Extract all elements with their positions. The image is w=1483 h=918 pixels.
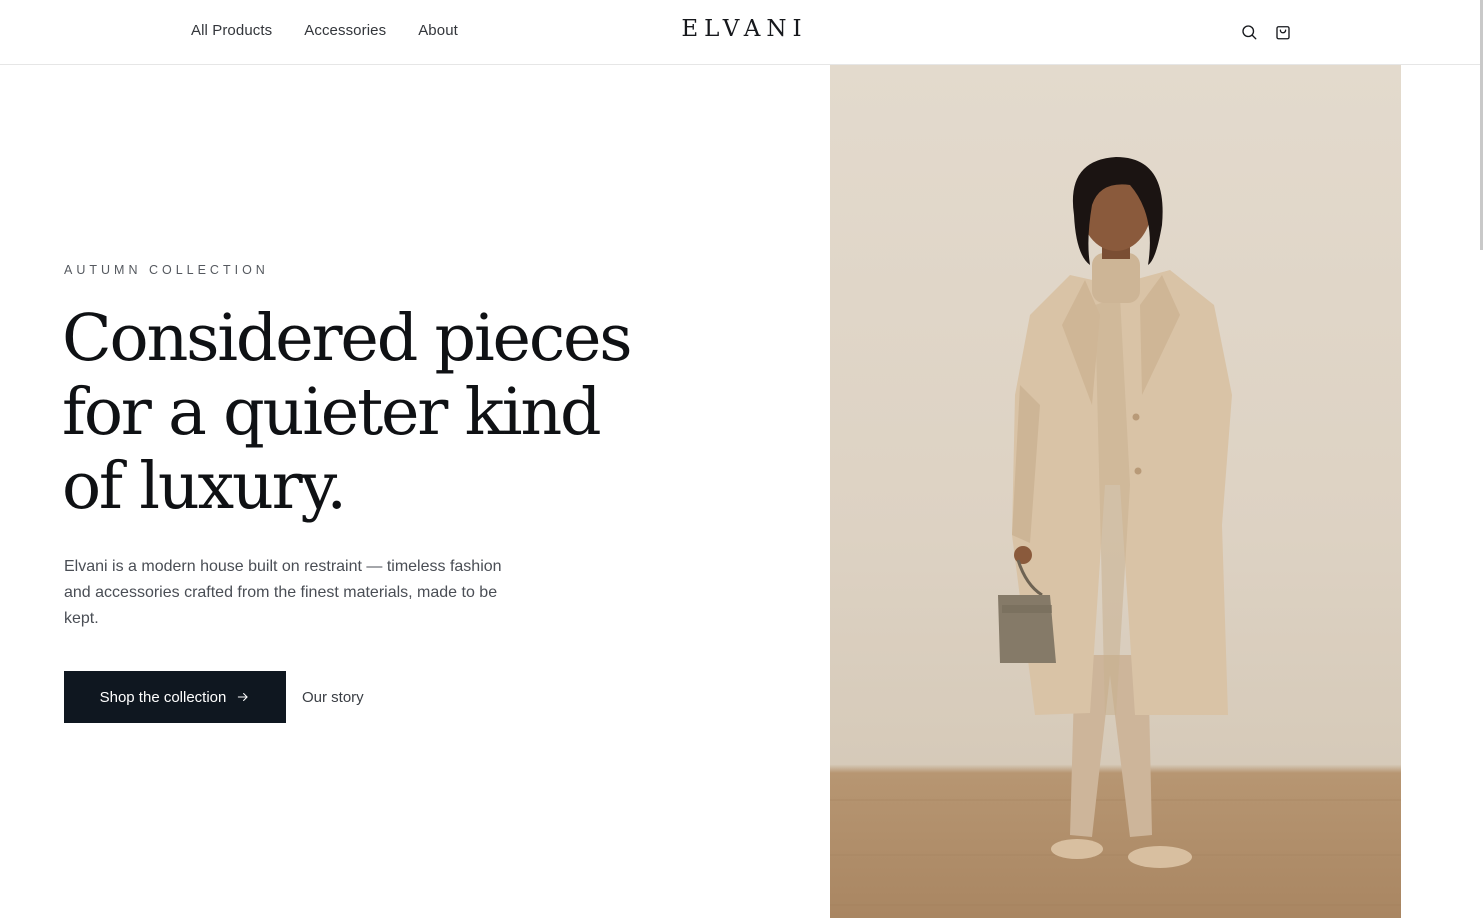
shopping-bag-icon[interactable] [1273,22,1293,42]
search-icon[interactable] [1239,22,1259,42]
headline-line: of luxury. [62,449,347,524]
headline-line: for a quieter kind [62,375,602,450]
shop-collection-label: Shop the collection [99,688,227,706]
header-actions [1239,22,1293,42]
hero-description: Elvani is a modern house built on restra… [64,558,502,627]
shop-collection-button[interactable]: Shop the collection [64,671,286,723]
site-header: All Products Accessories About ELVANI [0,0,1483,65]
headline-line: Considered pieces [62,301,633,376]
hero-headline: Considered pieces for a quieter kind of … [62,302,702,524]
model-illustration [830,157,1401,906]
hero-image [830,65,1401,918]
cta-row: Shop the collection Our story [64,671,364,723]
arrow-right-icon [238,692,248,702]
collection-eyebrow: AUTUMN COLLECTION [64,263,269,277]
our-story-link[interactable]: Our story [302,689,364,706]
